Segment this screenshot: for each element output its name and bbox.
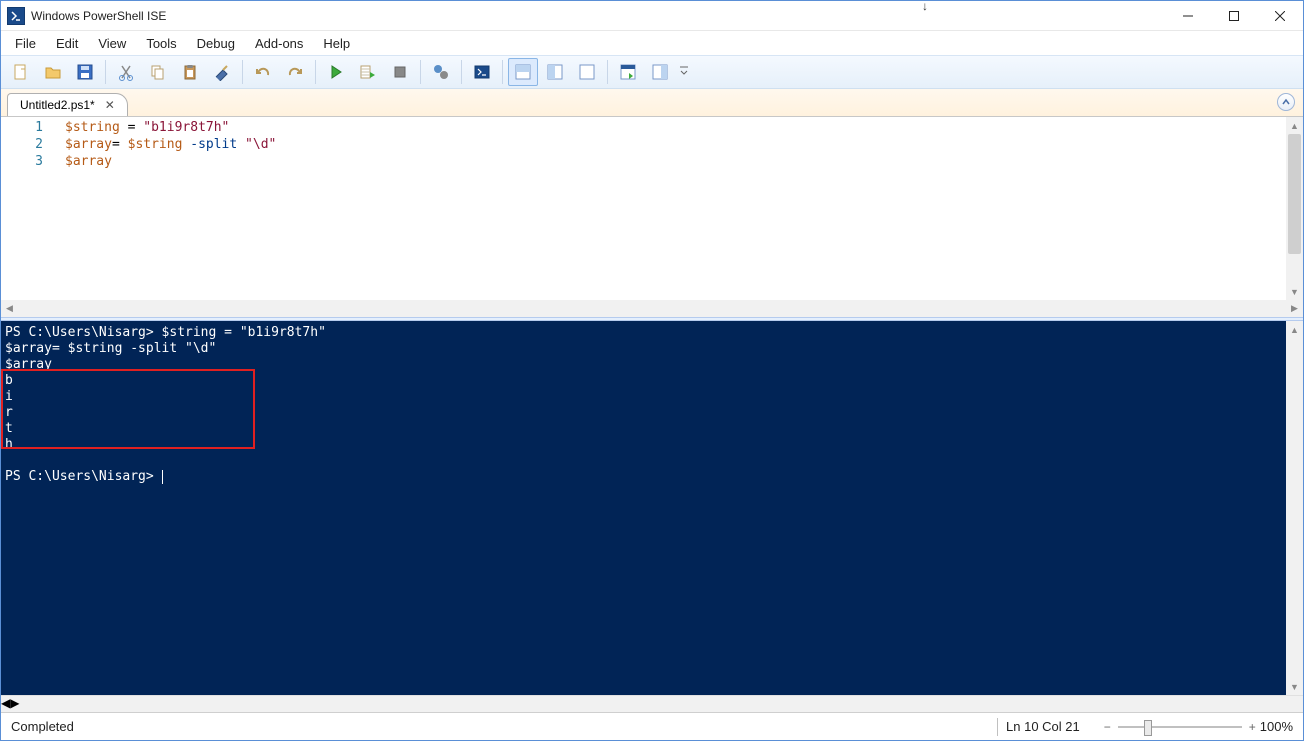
tab-strip: Untitled2.ps1* ✕ xyxy=(1,89,1303,117)
script-editor[interactable]: 1 2 3 $string = "b1i9r8t7h" $array= $str… xyxy=(1,117,1303,300)
cursor-position: Ln 10 Col 21 xyxy=(1006,719,1080,734)
zoom-percent: 100% xyxy=(1260,719,1293,734)
menu-file[interactable]: File xyxy=(5,34,46,53)
caret-down-icon: ↓ xyxy=(922,0,928,13)
new-file-button[interactable] xyxy=(6,58,36,86)
scroll-down-icon[interactable]: ▼ xyxy=(1286,678,1303,695)
window-controls xyxy=(1165,1,1303,31)
status-separator xyxy=(997,718,998,736)
scroll-left-icon[interactable]: ◀ xyxy=(1,300,18,317)
layout-side-button[interactable] xyxy=(540,58,570,86)
menu-help[interactable]: Help xyxy=(313,34,360,53)
menu-debug[interactable]: Debug xyxy=(187,34,245,53)
console-horizontal-scrollbar[interactable]: ◀ ▶ xyxy=(1,695,1303,712)
clear-button[interactable] xyxy=(207,58,237,86)
cursor xyxy=(162,470,163,484)
menu-tools[interactable]: Tools xyxy=(136,34,186,53)
powershell-console-button[interactable] xyxy=(467,58,497,86)
run-script-button[interactable] xyxy=(321,58,351,86)
menu-bar: File Edit View Tools Debug Add-ons Help xyxy=(1,31,1303,55)
toolbar xyxy=(1,55,1303,89)
window-title: Windows PowerShell ISE xyxy=(31,9,166,23)
toolbar-overflow-button[interactable] xyxy=(677,58,691,86)
run-selection-button[interactable] xyxy=(353,58,383,86)
scroll-right-icon[interactable]: ▶ xyxy=(1286,300,1303,317)
zoom-out-icon[interactable]: − xyxy=(1104,720,1111,734)
menu-edit[interactable]: Edit xyxy=(46,34,88,53)
line-number-gutter: 1 2 3 xyxy=(1,117,61,300)
paste-button[interactable] xyxy=(175,58,205,86)
editor-horizontal-scrollbar[interactable]: ◀ ▶ xyxy=(1,300,1303,317)
maximize-button[interactable] xyxy=(1211,1,1257,31)
scroll-left-icon[interactable]: ◀ xyxy=(1,696,10,712)
menu-addons[interactable]: Add-ons xyxy=(245,34,313,53)
stop-button[interactable] xyxy=(385,58,415,86)
zoom-in-icon[interactable]: + xyxy=(1249,720,1256,734)
close-button[interactable] xyxy=(1257,1,1303,31)
title-bar: Windows PowerShell ISE ↓ xyxy=(1,1,1303,31)
toolbar-separator xyxy=(502,60,503,84)
toolbar-separator xyxy=(607,60,608,84)
scroll-up-icon[interactable]: ▲ xyxy=(1286,117,1303,134)
toolbar-separator xyxy=(315,60,316,84)
undo-button[interactable] xyxy=(248,58,278,86)
toolbar-separator xyxy=(461,60,462,84)
close-tab-icon[interactable]: ✕ xyxy=(103,98,117,112)
toolbar-separator xyxy=(420,60,421,84)
toolbar-separator xyxy=(242,60,243,84)
redo-button[interactable] xyxy=(280,58,310,86)
zoom-thumb[interactable] xyxy=(1144,720,1152,736)
powershell-ise-icon xyxy=(7,7,25,25)
cut-button[interactable] xyxy=(111,58,141,86)
layout-full-button[interactable] xyxy=(572,58,602,86)
tab-label: Untitled2.ps1* xyxy=(20,98,95,112)
show-command-addon-button[interactable] xyxy=(645,58,675,86)
editor-vertical-scrollbar[interactable]: ▲ ▼ xyxy=(1286,117,1303,300)
save-button[interactable] xyxy=(70,58,100,86)
open-folder-button[interactable] xyxy=(38,58,68,86)
scrollbar-thumb[interactable] xyxy=(1288,134,1301,254)
console-pane[interactable]: PS C:\Users\Nisarg> $string = "b1i9r8t7h… xyxy=(1,321,1303,695)
menu-view[interactable]: View xyxy=(88,34,136,53)
console-output[interactable]: PS C:\Users\Nisarg> $string = "b1i9r8t7h… xyxy=(1,321,1286,695)
console-vertical-scrollbar[interactable]: ▲ ▼ xyxy=(1286,321,1303,695)
script-tab[interactable]: Untitled2.ps1* ✕ xyxy=(7,93,128,116)
scrollbar-track[interactable] xyxy=(18,300,1286,317)
scroll-right-icon[interactable]: ▶ xyxy=(10,696,19,712)
scroll-up-icon[interactable]: ▲ xyxy=(1286,321,1303,338)
layout-top-bottom-button[interactable] xyxy=(508,58,538,86)
scroll-down-icon[interactable]: ▼ xyxy=(1286,283,1303,300)
breakpoint-button[interactable] xyxy=(426,58,456,86)
show-script-pane-button[interactable] xyxy=(613,58,643,86)
annotation-rectangle xyxy=(1,369,255,449)
collapse-script-pane-button[interactable] xyxy=(1277,93,1295,111)
code-content[interactable]: $string = "b1i9r8t7h" $array= $string -s… xyxy=(61,117,1286,300)
zoom-slider[interactable]: − + xyxy=(1110,718,1250,736)
toolbar-separator xyxy=(105,60,106,84)
minimize-button[interactable] xyxy=(1165,1,1211,31)
status-bar: Completed Ln 10 Col 21 − + 100% xyxy=(1,712,1303,740)
copy-button[interactable] xyxy=(143,58,173,86)
status-text: Completed xyxy=(11,719,74,734)
